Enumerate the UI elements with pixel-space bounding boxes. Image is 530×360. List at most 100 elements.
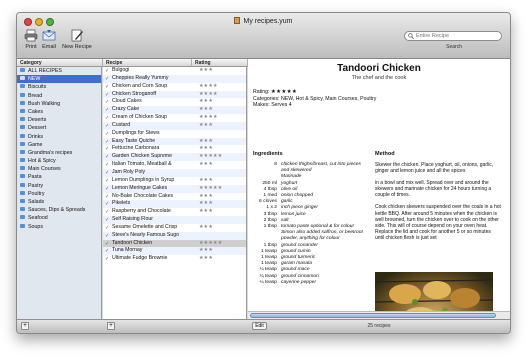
recipe-row[interactable]: ✓ Pikelets ★★★ (103, 200, 246, 209)
category-item[interactable]: Seafood (17, 214, 101, 222)
folder-icon (20, 174, 25, 179)
horizontal-scrollbar[interactable] (248, 311, 510, 319)
recipe-row[interactable]: ✓ Chicken and Corn Soup ★★★★ (103, 83, 246, 91)
category-item[interactable]: Deserts (17, 116, 101, 124)
recipe-row[interactable]: ✓ Easy Taste Quiche ★★★ (103, 137, 246, 146)
rating-column-header[interactable]: Rating (192, 59, 248, 67)
recipe-rating: ★★★★★ (199, 153, 223, 160)
recipe-row[interactable]: ✓ Chicken Stroganoff ★★★★ (103, 90, 246, 99)
ingredients-list: 8 chicken thighs/breast, cut into pieces … (253, 162, 368, 286)
recipe-subtitle: The chef and the cook (351, 75, 407, 81)
recipe-detail: Tandoori Chicken The chef and the cook R… (248, 59, 510, 319)
category-item[interactable]: Dessert (17, 124, 101, 132)
recipe-row[interactable]: ✓ Dumplings for Stews (103, 130, 246, 138)
titlebar: My recipes.yum Print Email New Recipe En… (17, 13, 510, 59)
recipe-row[interactable]: ✓ Garden Chicken Supreme ★★★★★ (103, 153, 246, 162)
recipe-row[interactable]: ✓ Jam Roly Poly (103, 168, 246, 177)
recipe-footer: + (103, 319, 248, 333)
recipe-name: Italian Tomato, Meatball & (112, 161, 172, 168)
category-item[interactable]: Drinks (17, 133, 101, 141)
search-field[interactable] (404, 31, 502, 41)
recipe-row[interactable]: ✓ Fettucine Carbonara ★★★ (103, 145, 246, 153)
category-item[interactable]: Cakes (17, 108, 101, 116)
recipe-row[interactable]: ✓ Tuna Mornay ★★★ (103, 247, 246, 256)
recipe-row[interactable]: ✓ Self Raising Flour (103, 216, 246, 224)
recipe-rating: ★★★★★ (199, 239, 223, 246)
category-list: ALL RECIPES NEW Biscuits Bread Bush Walking C… (17, 67, 102, 319)
recipe-row[interactable]: ✓ Italian Tomato, Meatball & ★★★ (103, 161, 246, 169)
category-label: ALL RECIPES (28, 68, 62, 74)
recipe-name: Tandoori Chicken (112, 239, 153, 246)
category-item[interactable]: Salads (17, 198, 101, 206)
recipe-row[interactable]: ✓ Bulgogi ★★★ (103, 67, 246, 75)
ingredient-description: cayenne pepper (281, 279, 317, 285)
recipe-rating: ★★★ (199, 176, 214, 183)
folder-icon (20, 125, 25, 130)
rating-stars: ★★★★★ (270, 89, 298, 95)
category-item[interactable]: Bush Walking (17, 100, 101, 108)
recipe-row[interactable]: ✓ Raspberry and Chocolate ★★★ (103, 208, 246, 216)
folder-icon (20, 133, 25, 138)
category-item[interactable]: Pastry (17, 182, 101, 190)
category-column-header[interactable]: Category (17, 59, 103, 67)
folder-icon (20, 199, 25, 203)
category-item[interactable]: Main Courses (17, 165, 101, 173)
recipe-column-header[interactable]: Recipe (103, 59, 192, 67)
add-category-button[interactable]: + (21, 322, 29, 330)
recipe-row[interactable]: ✓ No-Bake Chocolate Cakes ★★★ (103, 193, 246, 201)
category-item[interactable]: Pasta (17, 173, 101, 181)
recipe-row[interactable]: ✓ Tandoori Chicken ★★★★★ (103, 239, 246, 248)
category-item[interactable]: Soups (17, 223, 101, 231)
new-recipe-button[interactable]: New Recipe (62, 29, 92, 50)
print-button[interactable]: Print (23, 29, 39, 50)
method-paragraph: Cook chicken skewers suspended over the … (375, 204, 501, 241)
ingredient-quantity: 8 (274, 162, 277, 167)
recipe-name: Cream of Chicken Soup (112, 114, 168, 121)
folder-icon (20, 141, 25, 146)
category-item[interactable]: NEW (17, 75, 101, 84)
categories-label: Categories: (253, 95, 280, 102)
category-item[interactable]: Game (17, 141, 101, 149)
makes-label: Makes: (253, 102, 270, 108)
recipe-name: Dumplings for Stews (112, 129, 160, 136)
recipe-rating: ★★★ (199, 200, 214, 207)
category-footer: + (17, 319, 103, 333)
recipe-rating: ★★★ (199, 121, 214, 128)
category-item[interactable]: ALL RECIPES (17, 67, 101, 75)
add-recipe-button[interactable]: + (107, 322, 115, 330)
recipe-row[interactable]: ✓ Lemon Dumplings in Syrup ★★★ (103, 177, 246, 185)
recipe-rating: ★★★ (199, 223, 214, 230)
recipe-rating: ★★★ (199, 208, 214, 215)
category-item[interactable]: Poultry (17, 190, 101, 198)
recipe-row[interactable]: ✓ Cheppies Really Yummy (103, 74, 246, 83)
category-item[interactable]: Sauces, Dips & Spreads (17, 206, 101, 214)
recipe-photo (375, 272, 493, 311)
recipe-name: Jam Roly Poly (112, 168, 146, 175)
recipe-name: Lemon Meringue Cakes (112, 184, 168, 191)
search-label: Search (446, 44, 462, 50)
print-label: Print (25, 44, 37, 50)
recipe-row[interactable]: ✓ Cloud Cakes ★★★ (103, 98, 246, 106)
recipe-row[interactable]: ✓ Cream of Chicken Soup ★★★★ (103, 114, 246, 122)
category-item[interactable]: Bread (17, 92, 101, 100)
recipe-row[interactable]: ✓ Ultimate Fudge Brownie ★★★ (103, 255, 246, 263)
recipe-rating: ★★★ (199, 67, 214, 73)
recipe-row[interactable]: ✓ Crazy Cake ★★★ (103, 106, 246, 115)
category-item[interactable]: Biscuits (17, 83, 101, 91)
category-item[interactable]: Hot & Spicy (17, 157, 101, 165)
recipe-name: Self Raising Flour (112, 216, 153, 223)
recipe-row[interactable]: ✓ Custard ★★★ (103, 121, 246, 130)
category-item[interactable]: Grandma's recipes (17, 149, 101, 157)
recipe-row[interactable]: ✓ Steve's Nearly Famous Sugo (103, 231, 246, 240)
recipe-row[interactable]: ✓ Lemon Meringue Cakes ★★★★★ (103, 184, 246, 193)
recipe-name: Garden Chicken Supreme (112, 153, 172, 160)
recipe-row[interactable]: ✓ Sesame Omelette and Crisp ★★★ (103, 224, 246, 232)
recipe-name: Lemon Dumplings in Syrup (112, 176, 175, 183)
category-label: Bread (28, 92, 43, 99)
search-input[interactable] (416, 32, 500, 40)
method-text: Skewer the chicken. Place yoghurt, oil, … (375, 162, 501, 247)
folder-icon (20, 149, 25, 154)
scrollbar-knob[interactable] (250, 313, 496, 318)
email-button[interactable]: Email (41, 29, 57, 50)
ingredient-description: chicken thighs/breast, cut into pieces a… (281, 162, 361, 174)
